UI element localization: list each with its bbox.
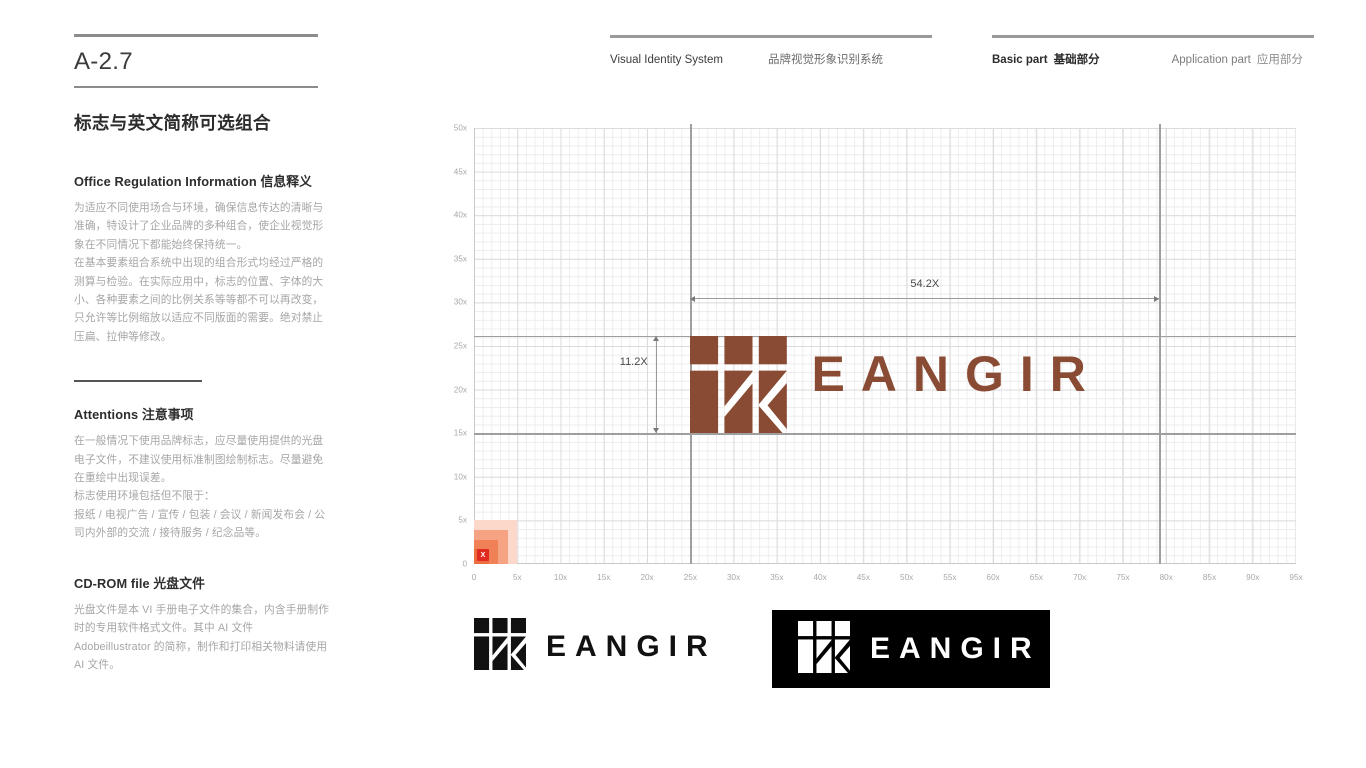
x-axis-tick-label: 65x xyxy=(1029,573,1044,582)
x-axis-tick-label: 75x xyxy=(1116,573,1130,582)
x-axis-tick-label: 45x xyxy=(856,573,870,582)
left-text-column: A-2.7 标志与英文简称可选组合 Office Regulation Info… xyxy=(74,34,334,674)
paragraph: 报纸 / 电视广告 / 宣传 / 包装 / 会议 / 新闻发布会 / 公司内外部… xyxy=(74,508,326,540)
section-heading: Office Regulation Information 信息释义 xyxy=(74,171,332,190)
nav-application-part-en[interactable]: Application part xyxy=(1172,54,1251,66)
x-axis-tick-label: 95x xyxy=(1289,573,1303,582)
x-unit-badge: X xyxy=(477,549,489,561)
logo-mark-svg-dark xyxy=(798,620,850,673)
lockup-dark-wordmark: EANGIR xyxy=(870,632,1041,665)
y-axis-tick-label: 25x xyxy=(453,341,467,351)
x-axis-tick-label: 70x xyxy=(1073,573,1087,582)
x-axis-tick-label: 90x xyxy=(1246,573,1260,582)
x-axis-tick-label: 35x xyxy=(770,573,784,582)
y-axis-tick-label: 10x xyxy=(453,472,467,482)
x-axis-tick-label: 10x xyxy=(553,573,568,582)
guide-line-wordmark-right-guide xyxy=(1159,124,1161,564)
x-axis-tick-label: 85x xyxy=(1202,573,1217,582)
dimension-arrow-up-icon xyxy=(653,335,660,341)
under-code-rule xyxy=(74,86,318,88)
header-row: Visual Identity System 品牌视觉形象识别系统 xyxy=(610,51,932,67)
x-axis-tick-label: 40x xyxy=(813,573,827,582)
x-axis-tick-label: 80x xyxy=(1159,573,1173,582)
construction-grid-chart: 0 5x 10x 15x 20x 25x 30x 35x 40x 45x 50x 0 5x 10x 15x… xyxy=(454,124,1303,583)
section-divider xyxy=(74,380,202,383)
lockup-light-wordmark: EANGIR xyxy=(546,629,717,663)
section-heading-en: Office Regulation Information xyxy=(74,174,257,189)
dimension-label-width: 54.2X xyxy=(910,278,940,291)
top-rule xyxy=(74,34,318,37)
paragraph: 在一般情况下使用品牌标志，应尽量使用提供的光盘电子文件，不建议使用标准制图绘制标… xyxy=(74,435,324,485)
section-heading: CD-ROM file 光盘文件 xyxy=(74,573,332,592)
section-heading-cn: 注意事项 xyxy=(141,407,194,423)
section-office-regulation: Office Regulation Information 信息释义 为适应不同… xyxy=(74,171,332,346)
x-axis-tick-label: 55x xyxy=(943,573,957,582)
section-body: 光盘文件是本 VI 手册电子文件的集合，内含手册制作时的专用软件格式文件。其中 … xyxy=(74,601,332,675)
nav-basic-part-en[interactable]: Basic part xyxy=(992,54,1048,66)
page-code: A-2.7 xyxy=(74,48,133,75)
section-heading-cn: 光盘文件 xyxy=(153,575,205,591)
paragraph: 标志使用环境包括但不限于： xyxy=(74,490,215,503)
dimension-arrow-left-icon xyxy=(690,295,696,302)
guide-line-logo-top-guide xyxy=(474,335,1296,337)
header-visual-identity: Visual Identity System 品牌视觉形象识别系统 xyxy=(610,35,932,67)
logo-mark-white xyxy=(798,620,850,678)
x-axis-tick-label: 30x xyxy=(726,573,741,582)
paragraph: 在基本要素组合系统中出现的组合形式均经过严格的测算与检验。在实际应用中，标志的位… xyxy=(74,257,324,343)
section-cdrom-file: CD-ROM file 光盘文件 光盘文件是本 VI 手册电子文件的集合，内含手… xyxy=(74,573,332,675)
logo-mark-black xyxy=(474,618,526,675)
dimension-line-vertical xyxy=(655,335,657,434)
vi-manual-page: A-2.7 标志与英文简称可选组合 Office Regulation Info… xyxy=(0,0,1366,768)
header-parts-nav: Basic part 基础部分 Application part 应用部分 xyxy=(992,35,1314,67)
header-label-cn: 品牌视觉形象识别系统 xyxy=(768,53,883,66)
x-axis-tick-label: 60x xyxy=(986,573,1000,582)
section-body: 在一般情况下使用品牌标志，应尽量使用提供的光盘电子文件，不建议使用标准制图绘制标… xyxy=(74,432,332,542)
lockup-light-version: EANGIR xyxy=(474,618,717,675)
nav-basic-part-cn[interactable]: 基础部分 xyxy=(1054,51,1172,67)
lockup-dark-version: EANGIR xyxy=(772,610,1050,688)
y-axis-tick-label: 20x xyxy=(453,385,467,395)
paragraph: 为适应不同使用场合与环境，确保信息传达的清晰与准确，特设计了企业品牌的多种组合，… xyxy=(74,202,324,251)
section-attentions: Attentions 注意事项 在一般情况下使用品牌标志，应尽量使用提供的光盘电… xyxy=(74,404,332,542)
page-title: 标志与英文简称可选组合 xyxy=(74,113,271,133)
y-axis-tick-label: 5x xyxy=(458,515,467,525)
paragraph: 光盘文件是本 VI 手册电子文件的集合，内含手册制作时的专用软件格式文件。其中 … xyxy=(74,603,330,671)
guide-line-logo-baseline-guide xyxy=(474,433,1296,435)
section-body: 为适应不同使用场合与环境，确保信息传达的清晰与准确，特设计了企业品牌的多种组合，… xyxy=(74,199,332,346)
logo-mark-svg-light xyxy=(474,618,526,670)
y-axis-tick-label: 0 xyxy=(462,559,467,569)
header-rule xyxy=(992,35,1314,38)
dimension-arrow-down-icon xyxy=(653,428,660,434)
header-row: Basic part 基础部分 Application part 应用部分 xyxy=(992,51,1314,67)
y-axis-tick-label: 35x xyxy=(453,254,467,264)
header-label-en: Visual Identity System xyxy=(610,53,723,66)
dimension-line-horizontal xyxy=(690,298,1160,300)
y-axis-tick-label: 50x xyxy=(453,123,467,133)
section-heading-cn: 信息释义 xyxy=(260,174,313,189)
x-axis-tick-label: 25x xyxy=(683,573,697,582)
y-axis-tick-label: 45x xyxy=(453,167,467,177)
nav-application-part-cn[interactable]: 应用部分 xyxy=(1257,51,1303,67)
x-axis-tick-label: 20x xyxy=(640,573,654,582)
y-axis-tick-label: 15x xyxy=(453,428,467,438)
dimension-label-height: 11.2X xyxy=(619,356,648,369)
wordmark-eangir: EANGIR xyxy=(811,345,1102,402)
x-axis-tick-label: 0 xyxy=(471,573,477,582)
x-axis-tick-label: 15x xyxy=(597,573,611,582)
x-axis-tick-label: 50x xyxy=(900,573,914,582)
y-axis-tick-label: 40x xyxy=(453,210,467,220)
section-heading-en: Attentions xyxy=(74,407,139,423)
header-rule xyxy=(610,35,932,38)
logo-mark-brown xyxy=(690,335,788,434)
section-heading: Attentions 注意事项 xyxy=(74,404,332,423)
x-axis-tick-label: 5x xyxy=(512,573,522,582)
logo-mark-svg xyxy=(690,335,788,434)
section-heading-en: CD-ROM file xyxy=(74,575,150,591)
dimension-arrow-right-icon xyxy=(1154,295,1160,302)
y-axis-tick-label: 30x xyxy=(453,297,467,307)
